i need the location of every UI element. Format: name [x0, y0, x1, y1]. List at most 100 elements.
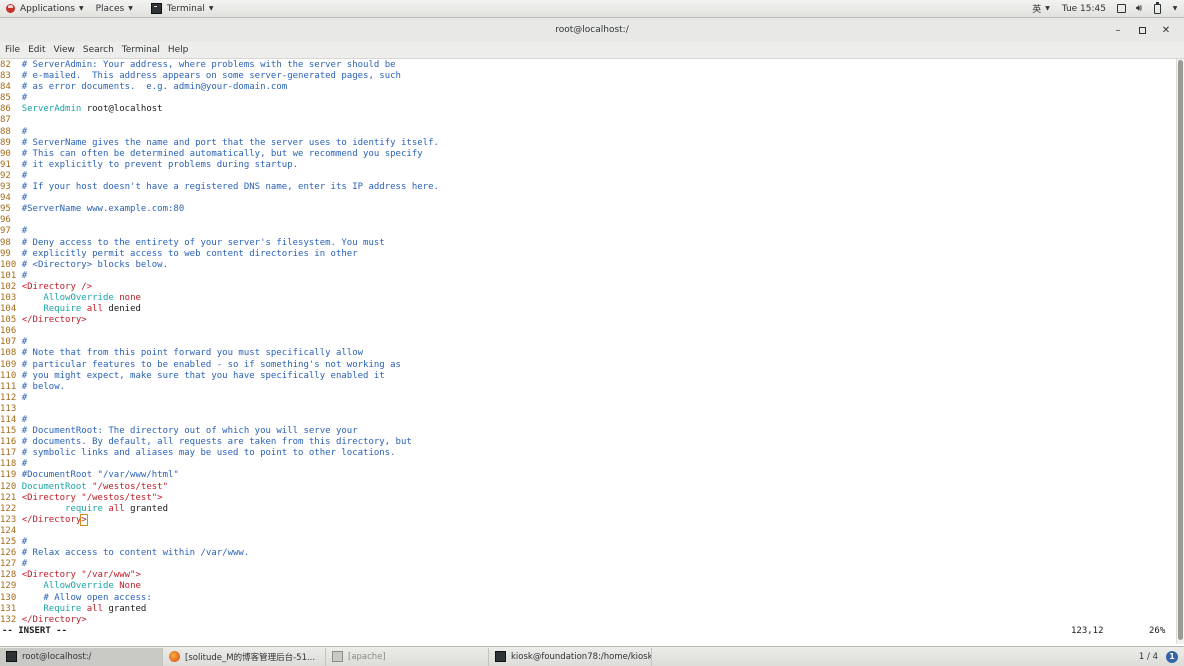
editor-line[interactable]: 110 # you might expect, make sure that y… [0, 371, 1176, 382]
editor-line[interactable]: 111 # below. [0, 382, 1176, 393]
editor-line[interactable]: 103 AllowOverride none [0, 293, 1176, 304]
line-number: 111 [0, 381, 17, 392]
code-token: # [21, 559, 28, 570]
volume-icon[interactable]: 🔊︎ [1130, 0, 1148, 18]
editor-line[interactable]: 89 # ServerName gives the name and port … [0, 138, 1176, 149]
line-number-gap [16, 404, 21, 414]
task-firefox-blog[interactable]: [solitude_M的博客管理后台-51... [163, 647, 326, 666]
editor-line[interactable]: 105 </Directory> [0, 315, 1176, 326]
editor-line[interactable]: 97 # [0, 226, 1176, 237]
editor-line[interactable]: 117 # symbolic links and aliases may be … [0, 448, 1176, 459]
editor-line[interactable]: 120 DocumentRoot "/westos/test" [0, 482, 1176, 493]
terminal-text-area[interactable]: 82 # ServerAdmin: Your address, where pr… [0, 59, 1176, 644]
code-token: None [113, 581, 141, 592]
editor-line[interactable]: 130 # Allow open access: [0, 593, 1176, 604]
line-number: 89 [0, 137, 17, 148]
line-number-gap [16, 526, 21, 536]
editor-line[interactable]: 108 # Note that from this point forward … [0, 348, 1176, 359]
code-token: # documents. By default, all requests ar… [21, 437, 412, 448]
menu-help[interactable]: Help [164, 45, 193, 55]
window-box-icon[interactable] [1112, 0, 1130, 18]
editor-line[interactable]: 82 # ServerAdmin: Your address, where pr… [0, 60, 1176, 71]
editor-line[interactable]: 83 # e-mailed. This address appears on s… [0, 71, 1176, 82]
editor-line[interactable]: 90 # This can often be determined automa… [0, 149, 1176, 160]
line-number: 90 [0, 148, 17, 159]
menu-edit[interactable]: Edit [24, 45, 49, 55]
code-token: </Directory [21, 514, 82, 525]
editor-line[interactable]: 102 <Directory /> [0, 282, 1176, 293]
editor-line[interactable]: 121 <Directory "/westos/test"> [0, 493, 1176, 504]
code-token: # [21, 415, 28, 425]
menu-view[interactable]: View [50, 45, 79, 55]
editor-line[interactable]: 118 # [0, 459, 1176, 470]
line-number: 126 [0, 548, 17, 559]
editor-line[interactable]: 131 Require all granted [0, 604, 1176, 615]
editor-line[interactable]: 107 # [0, 337, 1176, 348]
editor-line[interactable]: 112 # [0, 393, 1176, 404]
editor-line[interactable]: 95 #ServerName www.example.com:80 [0, 204, 1176, 215]
editor-line[interactable]: 99 # explicitly permit access to web con… [0, 249, 1176, 260]
editor-line[interactable]: 113 [0, 404, 1176, 415]
editor-line[interactable]: 122 require all granted [0, 504, 1176, 515]
close-button[interactable]: ✕ [1154, 18, 1178, 42]
line-number: 125 [0, 537, 17, 548]
editor-line[interactable]: 91 # it explicitly to prevent problems d… [0, 160, 1176, 171]
editor-line[interactable]: 96 [0, 215, 1176, 226]
task-label: [apache] [348, 651, 386, 662]
editor-line[interactable]: 125 # [0, 537, 1176, 548]
editor-line[interactable]: 87 [0, 115, 1176, 126]
editor-line[interactable]: 88 # [0, 127, 1176, 138]
editor-line[interactable]: 104 Require all denied [0, 304, 1176, 315]
battery-icon[interactable] [1148, 0, 1166, 18]
editor-line[interactable]: 123 </Directory> [0, 513, 1176, 526]
editor-line[interactable]: 116 # documents. By default, all request… [0, 437, 1176, 448]
editor-line[interactable]: 86 ServerAdmin root@localhost [0, 104, 1176, 115]
editor-line[interactable]: 129 AllowOverride None [0, 581, 1176, 592]
editor-line[interactable]: 128 <Directory "/var/www"> [0, 570, 1176, 581]
editor-line[interactable]: 84 # as error documents. e.g. admin@your… [0, 82, 1176, 93]
editor-line[interactable]: 126 # Relax access to content within /va… [0, 548, 1176, 559]
maximize-icon [1138, 26, 1146, 34]
terminal-app-menu[interactable]: Terminal ▼ [145, 0, 220, 18]
editor-line[interactable]: 109 # particular features to be enabled … [0, 360, 1176, 371]
system-menu-chevron-icon[interactable]: ▼ [1166, 0, 1184, 18]
code-token: # below. [21, 381, 66, 392]
editor-line[interactable]: 100 # <Directory> blocks below. [0, 260, 1176, 271]
window-title-bar[interactable]: root@localhost:/ – ✕ [0, 18, 1184, 42]
menu-search[interactable]: Search [79, 45, 118, 55]
menu-file[interactable]: File [1, 45, 24, 55]
editor-line[interactable]: 127 # [0, 559, 1176, 570]
editor-line[interactable]: 98 # Deny access to the entirety of your… [0, 238, 1176, 249]
code-token: > [135, 570, 141, 581]
editor-line[interactable]: 106 [0, 326, 1176, 337]
minimize-button[interactable]: – [1106, 18, 1130, 42]
editor-line[interactable]: 119 #DocumentRoot "/var/www/html" [0, 470, 1176, 481]
applications-menu[interactable]: Applications ▼ [0, 0, 90, 18]
workspace-switcher[interactable]: 1 / 4 1 [1133, 648, 1184, 666]
line-number: 104 [0, 304, 17, 315]
clock[interactable]: Tue 15:45 [1056, 0, 1112, 18]
line-number: 113 [0, 403, 17, 414]
maximize-button[interactable] [1130, 18, 1154, 42]
places-label: Places [95, 3, 125, 14]
input-method-menu[interactable]: 英 ▼ [1026, 0, 1056, 18]
editor-line[interactable]: 101 # [0, 271, 1176, 282]
task-root-terminal[interactable]: root@localhost:/ [0, 647, 163, 666]
editor-line[interactable]: 94 # [0, 193, 1176, 204]
editor-line[interactable]: 115 # DocumentRoot: The directory out of… [0, 426, 1176, 437]
places-menu[interactable]: Places ▼ [90, 0, 139, 18]
menu-terminal[interactable]: Terminal [118, 45, 164, 55]
scrollbar[interactable] [1176, 59, 1184, 644]
editor-line[interactable]: 124 [0, 526, 1176, 537]
editor-line[interactable]: 114 # [0, 415, 1176, 426]
task-kiosk-terminal[interactable]: kiosk@foundation78:/home/kiosk/... [489, 647, 652, 666]
editor-line[interactable]: 85 # [0, 93, 1176, 104]
scrollbar-thumb[interactable] [1178, 60, 1183, 640]
editor-line[interactable]: 93 # If your host doesn't have a registe… [0, 182, 1176, 193]
editor-line[interactable]: 92 # [0, 171, 1176, 182]
task-apache-folder[interactable]: [apache] [326, 647, 489, 666]
code-token: # If your host doesn't have a registered… [21, 182, 439, 193]
scroll-percent: 26% [1149, 626, 1166, 636]
